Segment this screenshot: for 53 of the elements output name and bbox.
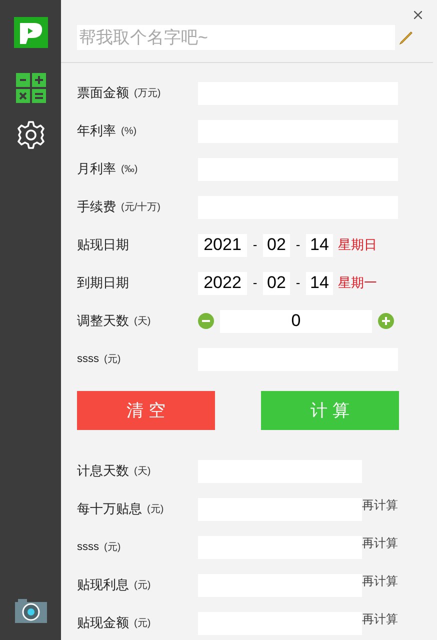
plus-icon [382,317,390,325]
unit-label: (元) [104,540,121,554]
field-label: 贴现金额 [77,614,129,632]
unit-label: (天) [134,464,151,478]
unit-label: (%) [121,124,137,138]
calculator-icon[interactable] [16,73,46,103]
input-field[interactable]: 02 [263,272,290,294]
unit-label: (元/十万) [121,200,160,214]
weekday-label: 星期一 [338,274,377,292]
field-label: ssss [77,352,99,367]
unit-label: (元) [147,502,164,516]
unit-label: (元) [104,352,121,366]
recalculate-link[interactable]: 再计算 [362,610,398,628]
field-label: 贴现利息 [77,576,129,594]
logo-icon [14,17,48,48]
field-label: 计息天数 [77,462,129,480]
input-field[interactable]: 0 [220,310,372,332]
increment-button[interactable] [378,313,394,329]
unit-label: (元) [134,616,151,630]
input-field[interactable]: 2022 [198,272,247,294]
unit-label: (‰) [121,162,138,176]
input-field[interactable]: 02 [263,234,290,256]
name-field[interactable]: 帮我取个名字吧~ [77,25,395,50]
unit-label: (万元) [134,86,161,100]
field-label: 每十万贴息 [77,500,142,518]
recalculate-link[interactable]: 再计算 [362,496,398,514]
close-icon[interactable] [414,11,422,19]
date-separator: - [252,236,258,254]
field-label: 月利率 [77,160,116,178]
unit-label: (元) [134,578,151,592]
clear-button[interactable]: 清 空 [77,391,215,430]
input-field[interactable]: 14 [306,272,333,294]
camera-icon[interactable] [14,599,46,623]
decrement-button[interactable] [198,313,214,329]
field-label: 手续费 [77,198,116,216]
weekday-label: 星期日 [338,236,377,254]
recalculate-link[interactable]: 再计算 [362,572,398,590]
settings-icon[interactable] [16,120,46,150]
date-separator: - [252,274,258,292]
unit-label: (天) [134,314,151,328]
pencil-icon[interactable] [399,30,413,44]
field-label: 到期日期 [77,274,129,292]
field-label: ssss [77,540,99,555]
date-separator: - [294,236,302,254]
recalculate-link[interactable]: 再计算 [362,534,398,552]
date-separator: - [294,274,302,292]
field-label: 票面金额 [77,84,129,102]
input-field[interactable]: 14 [306,234,333,256]
field-label: 调整天数 [77,312,129,330]
field-label: 贴现日期 [77,236,129,254]
field-label: 年利率 [77,122,116,140]
minus-icon [202,320,210,322]
input-field[interactable]: 2021 [198,234,247,256]
